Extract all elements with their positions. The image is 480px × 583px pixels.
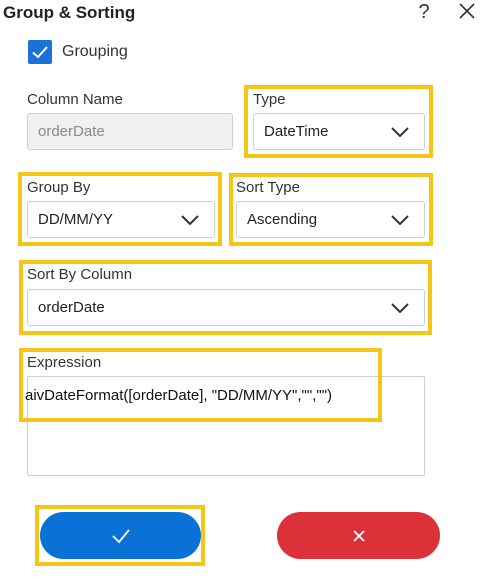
group-by-select[interactable]: DD/MM/YY bbox=[27, 201, 215, 238]
column-name-input: orderDate bbox=[27, 113, 233, 150]
group-by-value: DD/MM/YY bbox=[38, 211, 113, 228]
group-by-label: Group By bbox=[27, 179, 91, 196]
type-value: DateTime bbox=[264, 123, 329, 140]
close-icon[interactable] bbox=[456, 0, 478, 24]
sort-type-label: Sort Type bbox=[236, 179, 300, 196]
grouping-label: Grouping bbox=[62, 43, 128, 60]
chevron-down-icon bbox=[391, 302, 409, 313]
check-icon bbox=[111, 528, 130, 543]
sort-by-column-label: Sort By Column bbox=[27, 266, 133, 283]
column-name-label: Column Name bbox=[27, 91, 123, 108]
dialog-title: Group & Sorting bbox=[3, 3, 136, 22]
expression-label: Expression bbox=[27, 354, 102, 371]
help-icon[interactable]: ? bbox=[414, 0, 434, 24]
type-label: Type bbox=[253, 91, 286, 108]
chevron-down-icon bbox=[391, 126, 409, 137]
confirm-button[interactable] bbox=[40, 512, 201, 559]
chevron-down-icon bbox=[181, 214, 199, 225]
type-select[interactable]: DateTime bbox=[253, 113, 425, 150]
sort-type-select[interactable]: Ascending bbox=[236, 201, 425, 238]
grouping-checkbox[interactable] bbox=[28, 40, 52, 64]
sort-by-column-select[interactable]: orderDate bbox=[27, 289, 425, 326]
check-icon bbox=[32, 46, 48, 59]
sort-by-column-value: orderDate bbox=[38, 299, 105, 316]
expression-value: aivDateFormat([orderDate], "DD/MM/YY",""… bbox=[25, 387, 333, 404]
cancel-button[interactable] bbox=[277, 512, 440, 559]
close-icon bbox=[352, 529, 365, 542]
sort-type-value: Ascending bbox=[247, 211, 318, 228]
chevron-down-icon bbox=[391, 214, 409, 225]
